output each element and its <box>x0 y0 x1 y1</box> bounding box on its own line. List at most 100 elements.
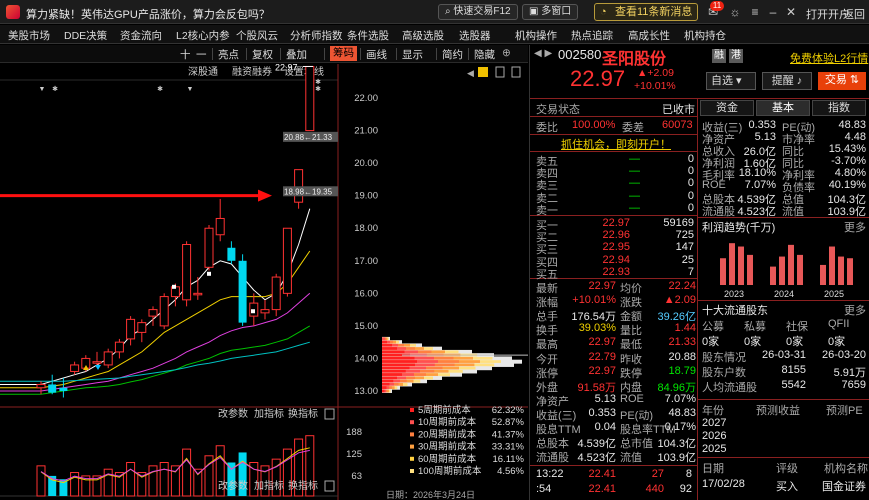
candle-body[interactable] <box>227 247 236 261</box>
back-link[interactable]: 返回 <box>843 6 865 22</box>
flag-icon[interactable] <box>478 67 488 77</box>
candle-body[interactable] <box>193 292 203 296</box>
rating-col-header: 机构名称 <box>824 463 868 475</box>
self-select-dropdown[interactable]: 自选 ▾ <box>706 72 756 90</box>
tab-1[interactable]: 基本 <box>756 100 810 116</box>
chart-tool-3[interactable]: 复权 <box>252 47 273 62</box>
menu-item[interactable]: 美股市场 <box>8 28 50 43</box>
remind-button[interactable]: 提醒 ♪ <box>762 72 812 90</box>
close-icon[interactable] <box>324 408 335 420</box>
chart-tool-2[interactable]: 亮点 <box>218 47 239 62</box>
kline-chart-svg: 深股通 融资融券 设置均线 ◀22.0021.0020.0019.0018.0017.… <box>0 64 528 500</box>
chip-bar-layer <box>382 360 417 364</box>
candle-body[interactable] <box>114 341 124 353</box>
menu-item[interactable]: 条件选股 <box>347 28 389 43</box>
candle-body[interactable] <box>305 65 315 132</box>
menu-icon[interactable]: ≡ <box>748 5 762 19</box>
chip-bar-layer <box>382 366 410 370</box>
candle-body[interactable] <box>271 276 281 311</box>
candle-body[interactable] <box>294 169 304 203</box>
y-tick-label: 18.00 <box>354 223 378 234</box>
menu-item[interactable]: 高级选股 <box>402 28 444 43</box>
chart-tool-5[interactable]: 筹码 <box>330 46 357 61</box>
skin-icon[interactable]: ☼ <box>728 5 742 19</box>
bid-price: 22.93 <box>602 265 630 278</box>
candle-body[interactable] <box>238 260 247 323</box>
holder-row-value: 5.91万 <box>833 367 866 379</box>
divider <box>698 399 869 400</box>
quick-trade-button[interactable]: ⌕ 快速交易F12 <box>438 4 518 20</box>
menu-item[interactable]: 资金流向 <box>120 28 162 43</box>
chart-tool-1[interactable]: 一 <box>196 47 207 62</box>
volume-indicator-label: 加指标 <box>254 479 284 492</box>
stat-value: 22.97 <box>588 280 616 292</box>
volume-bar <box>170 465 180 497</box>
menu-item[interactable]: 热点追踪 <box>571 28 613 43</box>
candle-body[interactable] <box>59 387 68 391</box>
candle-body[interactable] <box>92 361 102 364</box>
toolbar-more-icon[interactable]: ⊕ <box>502 47 511 59</box>
candle-body[interactable] <box>103 351 113 366</box>
ask-price: — <box>629 177 640 190</box>
y-tick-label: 17.00 <box>354 256 378 267</box>
fund-value: 48.83 <box>838 119 866 131</box>
tab-2[interactable]: 指数 <box>812 100 866 116</box>
candle-body[interactable] <box>182 244 192 301</box>
chart-tool-0[interactable]: 十 <box>180 47 191 62</box>
menu-item[interactable]: 分析师指数 <box>290 28 343 43</box>
close-icon[interactable]: ✕ <box>784 5 798 19</box>
menu-item[interactable]: 选股器 <box>459 28 491 43</box>
candle-body[interactable] <box>137 322 147 333</box>
chart-tool-7[interactable]: 显示 <box>402 47 423 62</box>
trade-button[interactable]: 交易 ⇅ <box>818 72 866 90</box>
kline-chart[interactable]: 深股通 融资融券 设置均线 ◀ 22.00 21.00 20.00 19.00 18.00 17.… <box>0 64 528 500</box>
app-logo-icon <box>6 5 20 19</box>
news-ticker[interactable]: 算力紧缺！英伟达GPU产品涨价，算力会反包吗？ <box>26 6 270 22</box>
candle-body[interactable] <box>204 227 214 268</box>
stat-label: 流通股 <box>536 452 569 465</box>
menu-item[interactable]: 机构持仓 <box>684 28 726 43</box>
holder-col-value: 0家 <box>702 336 720 348</box>
window-icon[interactable] <box>511 66 521 78</box>
menu-item[interactable]: DDE决策 <box>64 28 107 43</box>
minimize-icon[interactable]: – <box>766 5 780 19</box>
candle-body[interactable] <box>36 383 46 389</box>
divider <box>697 98 698 500</box>
chart-tool-8[interactable]: 简约 <box>442 47 463 62</box>
profit-bar <box>770 266 776 285</box>
profit-bar <box>747 254 753 285</box>
weicha-value: 60073 <box>662 119 693 131</box>
menu-item[interactable]: 个股风云 <box>236 28 278 43</box>
toolbar-separator <box>360 48 361 60</box>
nav-arrows[interactable]: ◀ ▶ <box>534 48 552 59</box>
candle-body[interactable] <box>260 309 270 314</box>
close-icon[interactable] <box>324 480 335 492</box>
candle-body[interactable] <box>159 296 169 327</box>
candle-body[interactable] <box>282 227 292 294</box>
candle-body[interactable] <box>215 217 225 236</box>
menu-item[interactable]: 机构操作 <box>515 28 557 43</box>
candle-body[interactable] <box>70 364 80 372</box>
holders-more[interactable]: 更多 <box>844 302 866 318</box>
candle-body[interactable] <box>148 309 158 317</box>
ask-volume: 0 <box>687 165 694 178</box>
tab-0[interactable]: 资金 <box>700 100 754 116</box>
menu-item[interactable]: 高成长性 <box>628 28 670 43</box>
menu-item[interactable]: L2核心内参 <box>176 28 230 43</box>
weibi-value: 100.00% <box>572 119 616 131</box>
promo-link[interactable]: 抓住机会，即刻开户！ <box>536 136 696 152</box>
candle-body[interactable] <box>126 318 136 340</box>
profit-bar <box>820 264 826 285</box>
chart-tool-4[interactable]: 叠加 <box>286 47 307 62</box>
chart-tool-9[interactable]: 隐藏 <box>474 47 495 62</box>
chip-bar-layer <box>382 340 387 344</box>
candle-body[interactable] <box>48 384 57 393</box>
window-icon[interactable] <box>495 66 505 78</box>
chart-tool-6[interactable]: 画线 <box>366 47 387 62</box>
profit-trend-chart: 2023 2024 2025 <box>720 243 853 299</box>
notice-button[interactable]: ◔ 查看11条新消息 <box>594 3 698 21</box>
chip-legend-label: 60周期前成本 <box>418 453 477 465</box>
free-l2-link[interactable]: 免费体验L2行情 <box>790 50 868 66</box>
multi-window-button[interactable]: ▣ 多窗口 <box>522 4 579 20</box>
holder-col-header: QFII <box>828 318 850 330</box>
